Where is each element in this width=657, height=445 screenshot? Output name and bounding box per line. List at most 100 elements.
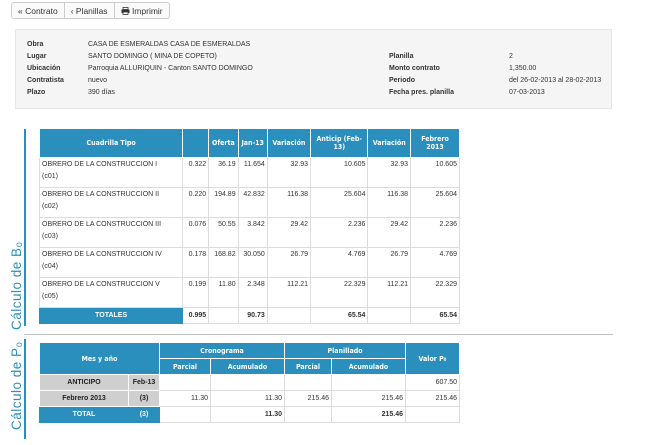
total-empty-pparcial bbox=[284, 406, 332, 423]
coef-cell: 0.199 bbox=[182, 277, 210, 308]
plan-parcial-header: Parcial bbox=[284, 358, 332, 375]
plan-acumulado-header: Acumulado bbox=[331, 358, 406, 375]
var1-cell: 32.93 bbox=[266, 157, 312, 188]
cuadrilla-name: OBRERO DE LA CONSTRUCCION III bbox=[42, 221, 162, 228]
printer-icon bbox=[121, 4, 130, 21]
ubicacion-label: Ubicación bbox=[27, 65, 61, 72]
total-plan-acumulado: 215.46 bbox=[331, 406, 406, 423]
cuadrilla-name-cell: OBRERO DE LA CONSTRUCCION III (c03) bbox=[38, 217, 184, 248]
feb-cell: 22.329 bbox=[410, 277, 460, 308]
ubicacion-value: Parroquia ALLURIQUIN - Canton SANTO DOMI… bbox=[88, 65, 253, 72]
cuadrilla-header: Cuadrilla Tipo bbox=[38, 128, 184, 158]
var2-cell: 116.38 bbox=[367, 187, 412, 218]
calculo-p-table: Mes y año Cronograma Planillado Valor P₀… bbox=[39, 342, 460, 423]
oferta-cell: 36.19 bbox=[208, 157, 239, 188]
calculo-p-label: Cálculo de P₀ bbox=[9, 341, 24, 430]
valor-header: Valor P₀ bbox=[405, 342, 460, 375]
total-empty-cparcial bbox=[159, 406, 211, 423]
plan-acumulado-cell bbox=[331, 374, 406, 391]
cuadrilla-code: (c03) bbox=[42, 233, 58, 240]
totals-row: TOTALES 0.995 90.73 65.54 65.54 bbox=[38, 307, 460, 324]
cuadrilla-name-cell: OBRERO DE LA CONSTRUCCION V (c05) bbox=[38, 277, 184, 308]
cuadrilla-name: OBRERO DE LA CONSTRUCCION V bbox=[42, 281, 160, 288]
imprimir-button[interactable]: Imprimir bbox=[113, 2, 170, 21]
monto-label: Monto contrato bbox=[389, 65, 440, 72]
section-b-divider bbox=[24, 129, 26, 326]
plan-acumulado-cell: 215.46 bbox=[331, 390, 406, 407]
plan-parcial-cell: 215.46 bbox=[284, 390, 332, 407]
contrato-button[interactable]: « Contrato bbox=[11, 2, 64, 19]
totals-empty-oferta bbox=[208, 307, 239, 324]
totals-label: TOTALES bbox=[38, 307, 184, 324]
jan-cell: 11.654 bbox=[237, 157, 268, 188]
table-row: OBRERO DE LA CONSTRUCCION I (c01) 0.322 36.… bbox=[38, 157, 460, 188]
mes-cell: Febrero 2013 bbox=[39, 390, 129, 407]
total-sub: (3) bbox=[128, 406, 160, 423]
totals-anticipo: 65.54 bbox=[310, 307, 369, 324]
table-row: ANTICIPO Feb-13 607.50 bbox=[39, 374, 460, 391]
toolbar: « Contrato ‹ Planillas Imprimir bbox=[11, 2, 170, 19]
fecha-label: Fecha pres. planilla bbox=[389, 89, 454, 96]
obra-value: CASA DE ESMERALDAS CASA DE ESMERALDAS bbox=[88, 41, 251, 48]
mes-header: Mes y año bbox=[39, 342, 160, 375]
jan13-header: Jan-13 bbox=[237, 128, 268, 158]
coef-cell: 0.178 bbox=[182, 247, 210, 278]
section-separator bbox=[24, 334, 613, 335]
variacion1-header: Variación bbox=[266, 128, 312, 158]
contratista-value: nuevo bbox=[88, 77, 108, 84]
ant-cell: 10.605 bbox=[310, 157, 369, 188]
planillas-button[interactable]: ‹ Planillas bbox=[63, 2, 114, 19]
cron-parcial-cell bbox=[159, 374, 211, 391]
var1-cell: 29.42 bbox=[266, 217, 312, 248]
febrero-header: Febrero 2013 bbox=[410, 128, 460, 158]
periodo-value: del 26-02-2013 al 28-02-2013 bbox=[509, 77, 602, 84]
table-row: Febrero 2013 (3) 11.30 11.30 215.46 215.46 215… bbox=[39, 390, 460, 407]
coef-cell: 0.220 bbox=[182, 187, 210, 218]
cronograma-header: Cronograma bbox=[159, 342, 285, 359]
jan-cell: 2.348 bbox=[237, 277, 268, 308]
cuadrilla-name: OBRERO DE LA CONSTRUCCION II bbox=[42, 191, 160, 198]
mes-sub-cell: Feb-13 bbox=[128, 374, 160, 391]
jan-cell: 30.050 bbox=[237, 247, 268, 278]
table-row: OBRERO DE LA CONSTRUCCION II (c02) 0.220 19… bbox=[38, 187, 460, 218]
contract-info-panel: Obra CASA DE ESMERALDAS CASA DE ESMERALD… bbox=[15, 29, 612, 109]
cuadrilla-name-cell: OBRERO DE LA CONSTRUCCION I (c01) bbox=[38, 157, 184, 188]
valor-cell: 607.50 bbox=[405, 374, 460, 391]
cuadrilla-name: OBRERO DE LA CONSTRUCCION IV bbox=[42, 251, 162, 258]
var2-cell: 29.42 bbox=[367, 217, 412, 248]
totals-febrero: 65.54 bbox=[410, 307, 460, 324]
total-row: TOTAL (3) 11.30 215.46 bbox=[39, 406, 460, 423]
totals-empty-var2 bbox=[367, 307, 412, 324]
feb-cell: 25.604 bbox=[410, 187, 460, 218]
oferta-cell: 194.89 bbox=[208, 187, 239, 218]
valor-cell: 215.46 bbox=[405, 390, 460, 407]
calculo-b-table: Cuadrilla Tipo Oferta Jan-13 Variación A… bbox=[38, 128, 460, 324]
anticipo-header: Anticip (Feb-13) bbox=[310, 128, 369, 158]
plan-parcial-cell bbox=[284, 374, 332, 391]
table-row: OBRERO DE LA CONSTRUCCION IV (c04) 0.178 16… bbox=[38, 247, 460, 278]
cuadrilla-name-cell: OBRERO DE LA CONSTRUCCION II (c02) bbox=[38, 187, 184, 218]
ant-cell: 25.604 bbox=[310, 187, 369, 218]
oferta-header: Oferta bbox=[208, 128, 239, 158]
total-empty-valor bbox=[405, 406, 460, 423]
ant-cell: 22.329 bbox=[310, 277, 369, 308]
cron-acumulado-cell bbox=[210, 374, 285, 391]
obra-label: Obra bbox=[27, 41, 44, 48]
var2-cell: 112.21 bbox=[367, 277, 412, 308]
lugar-label: Lugar bbox=[27, 53, 47, 60]
variacion2-header: Variación bbox=[367, 128, 412, 158]
feb-cell: 2.236 bbox=[410, 217, 460, 248]
lugar-value: SANTO DOMINGO ( MINA DE COPETO) bbox=[88, 53, 217, 60]
total-label: TOTAL bbox=[39, 406, 129, 423]
coef-header bbox=[182, 128, 210, 158]
planilla-label: Planilla bbox=[389, 53, 414, 60]
feb-cell: 4.769 bbox=[410, 247, 460, 278]
var1-cell: 116.38 bbox=[266, 187, 312, 218]
table-row: OBRERO DE LA CONSTRUCCION III (c03) 0.076 5… bbox=[38, 217, 460, 248]
cuadrilla-code: (c02) bbox=[42, 203, 58, 210]
cuadrilla-code: (c01) bbox=[42, 173, 58, 180]
cuadrilla-name: OBRERO DE LA CONSTRUCCION I bbox=[42, 161, 158, 168]
ant-cell: 2.236 bbox=[310, 217, 369, 248]
fecha-value: 07-03-2013 bbox=[509, 89, 545, 96]
cuadrilla-name-cell: OBRERO DE LA CONSTRUCCION IV (c04) bbox=[38, 247, 184, 278]
